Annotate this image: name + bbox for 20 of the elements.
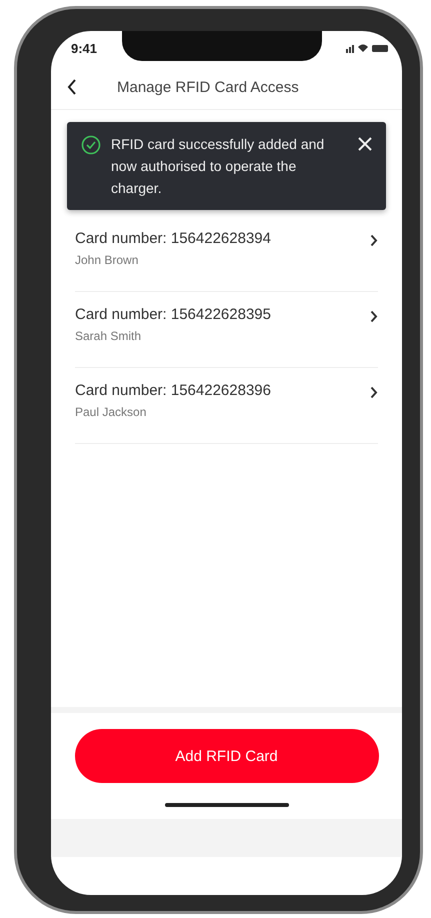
card-row[interactable]: Card number: 156422628394 John Brown: [75, 216, 378, 292]
card-row[interactable]: Card number: 156422628396 Paul Jackson: [75, 368, 378, 444]
card-holder: Paul Jackson: [75, 405, 148, 419]
status-time: 9:41: [71, 40, 98, 56]
card-number: Card number: 156422628395: [75, 306, 272, 323]
check-circle-icon: [81, 135, 101, 155]
chevron-icon: [370, 386, 378, 399]
close-icon[interactable]: [358, 137, 372, 151]
chevron-icon: [370, 310, 378, 323]
toast-message: RFID card successfully added and now authorised to operate the charger.: [111, 135, 326, 198]
card-number: Card number: 156422628394: [75, 230, 272, 247]
add-card-button[interactable]: Add RFID Card: [74, 729, 378, 783]
back-icon[interactable]: [67, 79, 77, 95]
status-icons: [346, 43, 390, 53]
card-holder: John Brown: [75, 253, 140, 267]
card-holder: Sarah Smith: [75, 329, 142, 343]
card-row[interactable]: Card number: 156422628395 Sarah Smith: [75, 292, 378, 368]
chevron-icon: [370, 234, 378, 247]
card-number: Card number: 156422628396: [75, 382, 272, 399]
page-title: Manage RFID Card Access: [117, 78, 299, 96]
